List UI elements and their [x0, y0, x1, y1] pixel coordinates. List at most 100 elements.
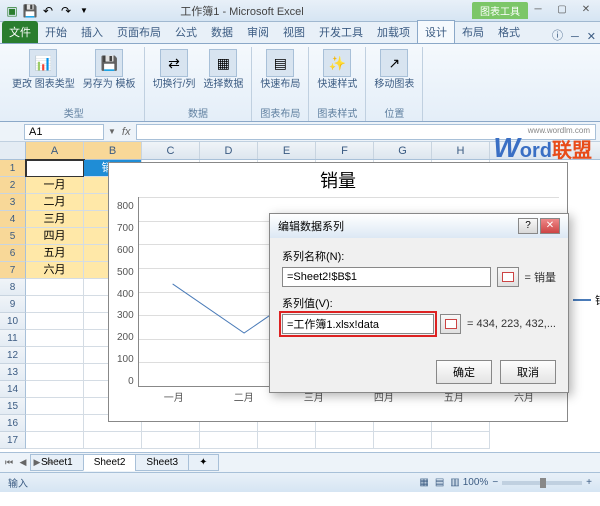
- save-template-button[interactable]: 💾另存为 模板: [81, 47, 138, 104]
- rowhead[interactable]: 15: [0, 398, 26, 415]
- ok-button[interactable]: 确定: [436, 360, 492, 384]
- cell[interactable]: 一月: [26, 177, 84, 194]
- rowhead[interactable]: 4: [0, 211, 26, 228]
- colhead-d[interactable]: D: [200, 142, 258, 159]
- tab-addins[interactable]: 加载项: [370, 21, 417, 43]
- switch-rowcol-button[interactable]: ⇄切换行/列: [151, 47, 198, 104]
- sheet-nav-last-icon[interactable]: ⏭: [44, 457, 58, 468]
- tab-format[interactable]: 格式: [491, 21, 527, 43]
- cell[interactable]: [316, 432, 374, 449]
- colhead-a[interactable]: A: [26, 142, 84, 159]
- tab-data[interactable]: 数据: [204, 21, 240, 43]
- rowhead[interactable]: 1: [0, 160, 26, 177]
- rowhead[interactable]: 6: [0, 245, 26, 262]
- cell[interactable]: [432, 432, 490, 449]
- dialog-close-button[interactable]: ✕: [540, 218, 560, 234]
- cell[interactable]: [26, 415, 84, 432]
- cell[interactable]: [26, 160, 84, 177]
- colhead-e[interactable]: E: [258, 142, 316, 159]
- cell[interactable]: [142, 432, 200, 449]
- cell[interactable]: [26, 330, 84, 347]
- cell[interactable]: [84, 432, 142, 449]
- colhead-f[interactable]: F: [316, 142, 374, 159]
- change-chart-type-button[interactable]: 📊更改 图表类型: [10, 47, 77, 104]
- colhead-h[interactable]: H: [432, 142, 490, 159]
- undo-icon[interactable]: ↶: [40, 3, 56, 19]
- view-pagebreak-icon[interactable]: ▥: [447, 477, 462, 488]
- sheet-nav-first-icon[interactable]: ⏮: [2, 457, 16, 468]
- sheet-tab-2[interactable]: Sheet2: [83, 454, 137, 471]
- tab-home[interactable]: 开始: [38, 21, 74, 43]
- rowhead[interactable]: 14: [0, 381, 26, 398]
- rowhead[interactable]: 11: [0, 330, 26, 347]
- view-normal-icon[interactable]: ▦: [416, 477, 431, 488]
- colhead-b[interactable]: B: [84, 142, 142, 159]
- sheet-nav-prev-icon[interactable]: ◀: [16, 457, 30, 468]
- rowhead[interactable]: 16: [0, 415, 26, 432]
- series-name-input[interactable]: [282, 267, 491, 287]
- cell[interactable]: [26, 364, 84, 381]
- cell[interactable]: [200, 432, 258, 449]
- cell[interactable]: [26, 432, 84, 449]
- minimize-icon[interactable]: ─: [528, 4, 548, 18]
- maximize-icon[interactable]: ▢: [552, 4, 572, 18]
- save-icon[interactable]: 💾: [22, 3, 38, 19]
- zoom-in-button[interactable]: +: [586, 477, 592, 488]
- quick-style-button[interactable]: ✨快速样式: [315, 47, 359, 104]
- rowhead[interactable]: 9: [0, 296, 26, 313]
- rowhead[interactable]: 2: [0, 177, 26, 194]
- rowhead[interactable]: 8: [0, 279, 26, 296]
- zoom-slider[interactable]: [502, 481, 582, 485]
- fx-icon[interactable]: fx: [116, 126, 137, 138]
- dialog-help-button[interactable]: ?: [518, 218, 538, 234]
- tab-insert[interactable]: 插入: [74, 21, 110, 43]
- cell[interactable]: [26, 347, 84, 364]
- select-data-button[interactable]: ▦选择数据: [201, 47, 245, 104]
- rowhead[interactable]: 7: [0, 262, 26, 279]
- ribbon-close-icon[interactable]: ✕: [583, 30, 600, 43]
- cell[interactable]: 二月: [26, 194, 84, 211]
- cell[interactable]: 三月: [26, 211, 84, 228]
- sheet-nav-next-icon[interactable]: ▶: [30, 457, 44, 468]
- redo-icon[interactable]: ↷: [58, 3, 74, 19]
- series-name-ref-button[interactable]: [497, 267, 519, 287]
- cell[interactable]: [26, 381, 84, 398]
- cell[interactable]: 五月: [26, 245, 84, 262]
- cell[interactable]: [26, 398, 84, 415]
- cell[interactable]: [374, 432, 432, 449]
- cell[interactable]: 四月: [26, 228, 84, 245]
- tab-review[interactable]: 审阅: [240, 21, 276, 43]
- rowhead[interactable]: 3: [0, 194, 26, 211]
- view-pagelayout-icon[interactable]: ▤: [432, 477, 447, 488]
- tab-layout[interactable]: 布局: [455, 21, 491, 43]
- rowhead[interactable]: 10: [0, 313, 26, 330]
- new-sheet-button[interactable]: ✦: [188, 454, 218, 471]
- cell[interactable]: [26, 296, 84, 313]
- ribbon-min-icon[interactable]: ─: [567, 31, 583, 43]
- colhead-c[interactable]: C: [142, 142, 200, 159]
- close-icon[interactable]: ✕: [576, 4, 596, 18]
- tab-design[interactable]: 设计: [417, 20, 455, 43]
- series-values-input[interactable]: [282, 314, 434, 334]
- cancel-button[interactable]: 取消: [500, 360, 556, 384]
- zoom-out-button[interactable]: −: [492, 477, 498, 488]
- colhead-g[interactable]: G: [374, 142, 432, 159]
- tab-file[interactable]: 文件: [2, 21, 38, 43]
- cell[interactable]: 六月: [26, 262, 84, 279]
- embedded-chart[interactable]: 销量 8007006005004003002001000 一月二月三月四月五月六…: [108, 162, 568, 422]
- namebox-dropdown-icon[interactable]: ▼: [108, 127, 116, 136]
- cell[interactable]: [258, 432, 316, 449]
- cell[interactable]: [26, 279, 84, 296]
- qat-dropdown-icon[interactable]: ▼: [76, 3, 92, 19]
- select-all-corner[interactable]: [0, 142, 26, 159]
- series-values-ref-button[interactable]: [440, 314, 461, 334]
- tab-developer[interactable]: 开发工具: [312, 21, 370, 43]
- rowhead[interactable]: 13: [0, 364, 26, 381]
- dialog-titlebar[interactable]: 编辑数据系列 ? ✕: [270, 214, 568, 238]
- rowhead[interactable]: 17: [0, 432, 26, 449]
- sheet-tab-3[interactable]: Sheet3: [135, 454, 189, 471]
- rowhead[interactable]: 5: [0, 228, 26, 245]
- zoom-level[interactable]: 100%: [463, 477, 489, 488]
- rowhead[interactable]: 12: [0, 347, 26, 364]
- help-icon[interactable]: ⓘ: [548, 27, 567, 43]
